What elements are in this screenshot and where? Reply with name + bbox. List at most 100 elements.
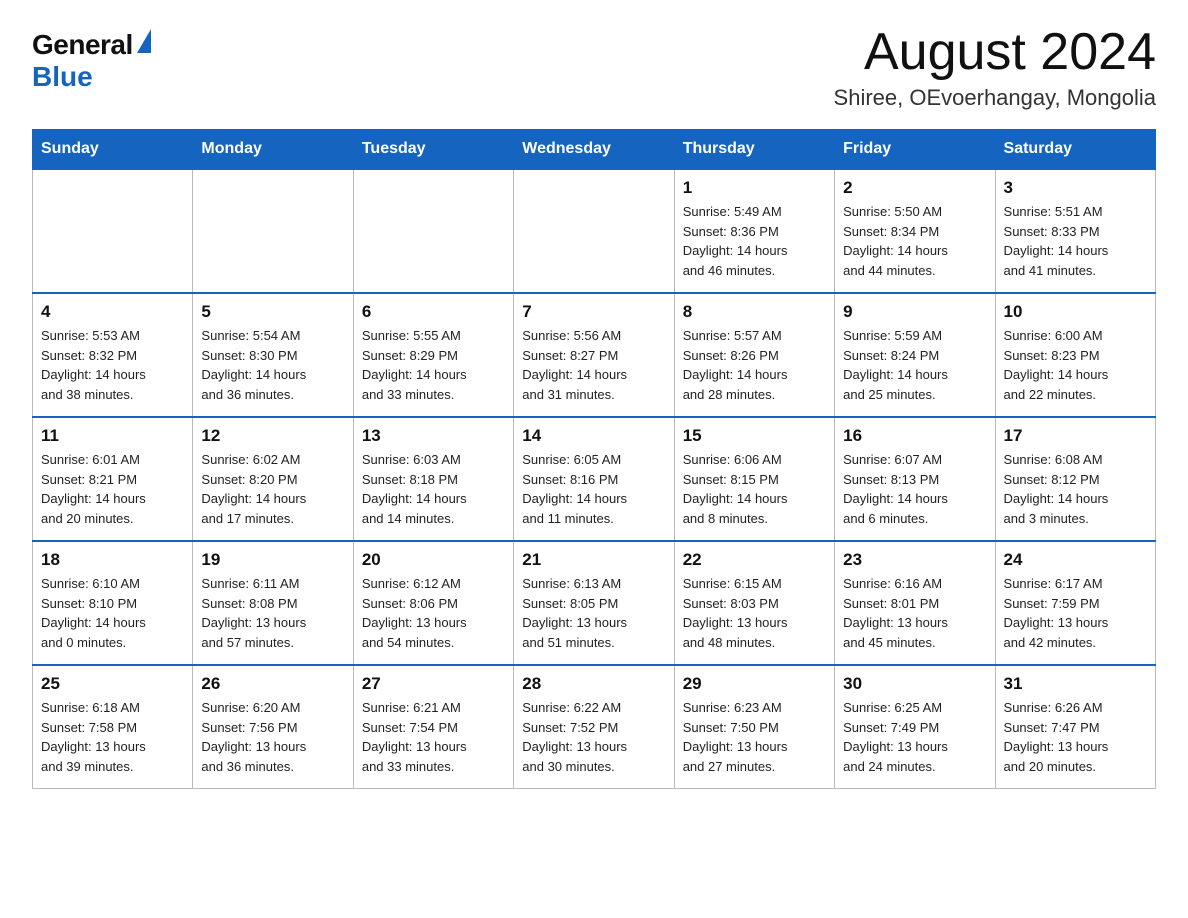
header-saturday: Saturday (995, 130, 1155, 170)
calendar-week-1: 1Sunrise: 5:49 AMSunset: 8:36 PMDaylight… (33, 169, 1156, 293)
logo: General Blue (32, 24, 151, 93)
day-number: 14 (522, 426, 665, 446)
day-info: Sunrise: 5:59 AMSunset: 8:24 PMDaylight:… (843, 326, 986, 404)
day-info: Sunrise: 6:25 AMSunset: 7:49 PMDaylight:… (843, 698, 986, 776)
header-thursday: Thursday (674, 130, 834, 170)
day-number: 23 (843, 550, 986, 570)
day-number: 12 (201, 426, 344, 446)
header: General Blue August 2024 Shiree, OEvoerh… (32, 24, 1156, 111)
header-sunday: Sunday (33, 130, 193, 170)
day-number: 16 (843, 426, 986, 446)
calendar-cell: 13 Sunrise: 6:03 AMSunset: 8:18 PMDayligh… (353, 417, 513, 541)
day-info: Sunrise: 6:06 AMSunset: 8:15 PMDaylight:… (683, 450, 826, 528)
day-info: Sunrise: 6:13 AMSunset: 8:05 PMDaylight:… (522, 574, 665, 652)
calendar-cell: 22 Sunrise: 6:15 AMSunset: 8:03 PMDayligh… (674, 541, 834, 665)
day-info: Sunrise: 5:51 AMSunset: 8:33 PMDaylight:… (1004, 202, 1147, 280)
calendar-week-2: 4 Sunrise: 5:53 AMSunset: 8:32 PMDaylight… (33, 293, 1156, 417)
day-info: Sunrise: 6:21 AMSunset: 7:54 PMDaylight:… (362, 698, 505, 776)
calendar-cell: 1Sunrise: 5:49 AMSunset: 8:36 PMDaylight… (674, 169, 834, 293)
day-info: Sunrise: 5:54 AMSunset: 8:30 PMDaylight:… (201, 326, 344, 404)
day-number: 29 (683, 674, 826, 694)
logo-general-text: General (32, 30, 133, 61)
calendar-cell: 20 Sunrise: 6:12 AMSunset: 8:06 PMDayligh… (353, 541, 513, 665)
day-number: 20 (362, 550, 505, 570)
calendar-cell: 14 Sunrise: 6:05 AMSunset: 8:16 PMDayligh… (514, 417, 674, 541)
calendar-cell: 5 Sunrise: 5:54 AMSunset: 8:30 PMDaylight… (193, 293, 353, 417)
calendar-cell: 24Sunrise: 6:17 AMSunset: 7:59 PMDayligh… (995, 541, 1155, 665)
day-number: 27 (362, 674, 505, 694)
calendar-cell: 26 Sunrise: 6:20 AMSunset: 7:56 PMDayligh… (193, 665, 353, 789)
day-info: Sunrise: 5:53 AMSunset: 8:32 PMDaylight:… (41, 326, 184, 404)
day-info: Sunrise: 5:55 AMSunset: 8:29 PMDaylight:… (362, 326, 505, 404)
day-info: Sunrise: 6:22 AMSunset: 7:52 PMDaylight:… (522, 698, 665, 776)
calendar-cell: 11 Sunrise: 6:01 AMSunset: 8:21 PMDayligh… (33, 417, 193, 541)
calendar-cell: 31 Sunrise: 6:26 AMSunset: 7:47 PMDayligh… (995, 665, 1155, 789)
day-number: 28 (522, 674, 665, 694)
day-info: Sunrise: 6:00 AMSunset: 8:23 PMDaylight:… (1004, 326, 1147, 404)
day-number: 7 (522, 302, 665, 322)
calendar-header-row: SundayMondayTuesdayWednesdayThursdayFrid… (33, 130, 1156, 170)
calendar-cell: 28 Sunrise: 6:22 AMSunset: 7:52 PMDayligh… (514, 665, 674, 789)
calendar-cell: 29 Sunrise: 6:23 AMSunset: 7:50 PMDayligh… (674, 665, 834, 789)
calendar-cell: 16Sunrise: 6:07 AMSunset: 8:13 PMDayligh… (835, 417, 995, 541)
header-friday: Friday (835, 130, 995, 170)
day-info: Sunrise: 6:18 AMSunset: 7:58 PMDaylight:… (41, 698, 184, 776)
day-info: Sunrise: 6:15 AMSunset: 8:03 PMDaylight:… (683, 574, 826, 652)
header-wednesday: Wednesday (514, 130, 674, 170)
header-monday: Monday (193, 130, 353, 170)
day-info: Sunrise: 6:05 AMSunset: 8:16 PMDaylight:… (522, 450, 665, 528)
calendar-cell (33, 169, 193, 293)
day-info: Sunrise: 6:26 AMSunset: 7:47 PMDaylight:… (1004, 698, 1147, 776)
day-number: 15 (683, 426, 826, 446)
day-number: 31 (1004, 674, 1147, 694)
calendar-week-5: 25 Sunrise: 6:18 AMSunset: 7:58 PMDayligh… (33, 665, 1156, 789)
day-number: 25 (41, 674, 184, 694)
calendar-cell: 9 Sunrise: 5:59 AMSunset: 8:24 PMDaylight… (835, 293, 995, 417)
day-info: Sunrise: 6:23 AMSunset: 7:50 PMDaylight:… (683, 698, 826, 776)
day-info: Sunrise: 6:11 AMSunset: 8:08 PMDaylight:… (201, 574, 344, 652)
day-number: 17 (1004, 426, 1147, 446)
day-number: 3 (1004, 178, 1147, 198)
day-info: Sunrise: 6:02 AMSunset: 8:20 PMDaylight:… (201, 450, 344, 528)
calendar-cell: 8Sunrise: 5:57 AMSunset: 8:26 PMDaylight… (674, 293, 834, 417)
day-number: 13 (362, 426, 505, 446)
day-info: Sunrise: 6:20 AMSunset: 7:56 PMDaylight:… (201, 698, 344, 776)
day-number: 2 (843, 178, 986, 198)
calendar-cell: 27 Sunrise: 6:21 AMSunset: 7:54 PMDayligh… (353, 665, 513, 789)
day-number: 30 (843, 674, 986, 694)
calendar-cell: 17Sunrise: 6:08 AMSunset: 8:12 PMDayligh… (995, 417, 1155, 541)
logo-blue-text: Blue (32, 61, 93, 93)
title-area: August 2024 Shiree, OEvoerhangay, Mongol… (834, 24, 1156, 111)
calendar-cell: 2Sunrise: 5:50 AMSunset: 8:34 PMDaylight… (835, 169, 995, 293)
day-number: 5 (201, 302, 344, 322)
location-subtitle: Shiree, OEvoerhangay, Mongolia (834, 85, 1156, 111)
day-number: 18 (41, 550, 184, 570)
day-number: 9 (843, 302, 986, 322)
day-number: 26 (201, 674, 344, 694)
day-number: 4 (41, 302, 184, 322)
day-number: 21 (522, 550, 665, 570)
calendar-cell: 25 Sunrise: 6:18 AMSunset: 7:58 PMDayligh… (33, 665, 193, 789)
calendar-cell: 6 Sunrise: 5:55 AMSunset: 8:29 PMDaylight… (353, 293, 513, 417)
calendar-cell: 23 Sunrise: 6:16 AMSunset: 8:01 PMDayligh… (835, 541, 995, 665)
day-info: Sunrise: 6:12 AMSunset: 8:06 PMDaylight:… (362, 574, 505, 652)
calendar-cell: 3 Sunrise: 5:51 AMSunset: 8:33 PMDaylight… (995, 169, 1155, 293)
day-number: 6 (362, 302, 505, 322)
header-tuesday: Tuesday (353, 130, 513, 170)
calendar-cell (353, 169, 513, 293)
calendar-cell (514, 169, 674, 293)
calendar-cell: 18 Sunrise: 6:10 AMSunset: 8:10 PMDayligh… (33, 541, 193, 665)
calendar-cell: 21 Sunrise: 6:13 AMSunset: 8:05 PMDayligh… (514, 541, 674, 665)
calendar-week-4: 18 Sunrise: 6:10 AMSunset: 8:10 PMDayligh… (33, 541, 1156, 665)
day-number: 19 (201, 550, 344, 570)
day-info: Sunrise: 6:16 AMSunset: 8:01 PMDaylight:… (843, 574, 986, 652)
day-number: 11 (41, 426, 184, 446)
calendar-table: SundayMondayTuesdayWednesdayThursdayFrid… (32, 129, 1156, 789)
day-info: Sunrise: 6:03 AMSunset: 8:18 PMDaylight:… (362, 450, 505, 528)
day-info: Sunrise: 6:01 AMSunset: 8:21 PMDaylight:… (41, 450, 184, 528)
day-info: Sunrise: 5:57 AMSunset: 8:26 PMDaylight:… (683, 326, 826, 404)
day-info: Sunrise: 6:10 AMSunset: 8:10 PMDaylight:… (41, 574, 184, 652)
calendar-cell: 19 Sunrise: 6:11 AMSunset: 8:08 PMDayligh… (193, 541, 353, 665)
calendar-cell: 4 Sunrise: 5:53 AMSunset: 8:32 PMDaylight… (33, 293, 193, 417)
day-number: 22 (683, 550, 826, 570)
